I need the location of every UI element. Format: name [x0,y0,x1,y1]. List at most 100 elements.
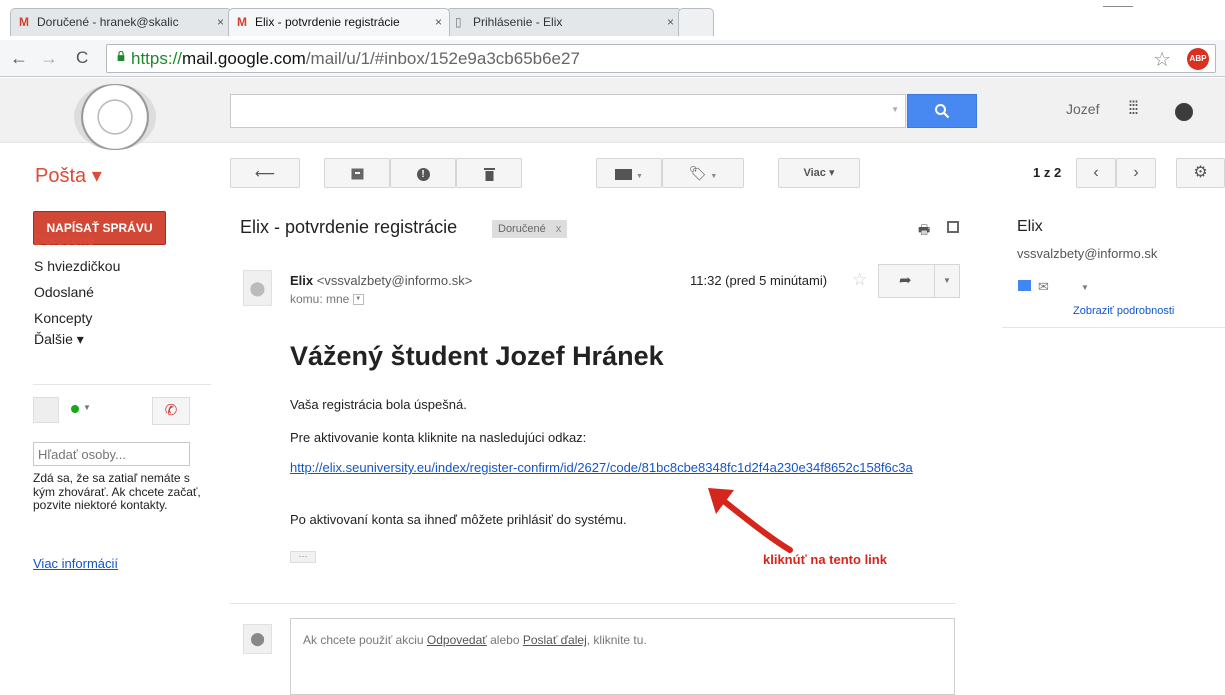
sender-line[interactable]: Elix <vssvalzbety@informo.sk> [290,273,472,288]
chat-icon[interactable] [1018,280,1031,291]
sender-name: Elix [290,273,314,288]
annotation-text: kliknúť na tento link [763,552,887,567]
sender-avatar: ⬤ [243,270,272,306]
recipient-text: komu: mne [290,292,350,306]
activation-link[interactable]: http://elix.seuniversity.eu/index/regist… [290,460,930,476]
adblock-icon[interactable]: ABP [1187,48,1209,70]
people-search-input[interactable] [33,442,190,466]
star-icon[interactable]: ☆ [852,270,867,290]
trash-icon [483,168,495,182]
new-window-icon[interactable] [947,221,959,233]
close-icon[interactable]: × [217,9,224,35]
show-details-link[interactable]: Zobraziť podrobnosti [1073,305,1174,317]
chevron-left-icon: ‹ [1093,164,1099,181]
settings-button[interactable]: ⚙ [1176,158,1225,188]
user-name[interactable]: Jozef [1066,101,1099,117]
envelope-icon[interactable]: ✉ [1038,279,1049,295]
print-icon[interactable]: 🖶︎ [918,221,930,243]
url-text: https://mail.google.com/mail/u/1/#inbox/… [131,49,580,68]
sender-email: <vssvalzbety@informo.sk> [316,273,473,288]
more-actions-button[interactable]: Viac ▾ [778,158,860,188]
email-line-instruction: Pre aktivovanie konta kliknite na nasled… [290,430,587,445]
reload-icon[interactable]: C [76,48,88,68]
divider [33,384,211,385]
chevron-right-icon: › [1133,164,1139,181]
mail-menu[interactable]: Pošta ▾ [35,163,102,188]
back-to-inbox-button[interactable]: ⟵ [230,158,300,188]
reply-link[interactable]: Odpovedať [427,633,487,647]
reply-prompt-text: Ak chcete použiť akciu [303,633,427,647]
university-logo[interactable] [74,84,156,150]
show-details-icon[interactable]: ▼ [352,294,364,306]
show-trimmed-content-button[interactable]: ··· [290,551,316,563]
sidebar-item-sent[interactable]: Odoslané [34,284,94,300]
divider [1002,327,1225,328]
close-icon[interactable]: × [667,9,674,35]
archive-button[interactable] [324,158,390,188]
browser-tab-strip: M Doručené - hranek@skalic × M Elix - po… [0,0,1225,40]
older-button[interactable]: › [1116,158,1156,188]
sidebar-item-drafts[interactable]: Koncepty [34,310,92,326]
message-subject: Elix - potvrdenie registrácie [240,217,458,237]
forward-arrow-icon[interactable]: → [40,48,58,68]
reply-prompt-box[interactable]: Ak chcete použiť akciu Odpovedať alebo P… [290,618,955,695]
search-icon [935,103,950,119]
report-spam-button[interactable]: ! [390,158,456,188]
sidebar-item-inbox[interactable]: Doručené [34,232,95,248]
remove-label-icon[interactable]: x [556,223,562,235]
page-counter: 1 z 2 [1033,165,1062,180]
sidebar-item-more[interactable]: Ďalšie ▾ [34,331,84,348]
search-options-icon[interactable]: ▼ [891,105,899,114]
newer-button[interactable]: ‹ [1076,158,1116,188]
folder-icon [615,168,633,180]
reply-button[interactable]: ➦ [878,264,938,298]
back-arrow-icon: ⟵ [254,165,276,181]
sidebar-item-starred[interactable]: S hviezdičkou [34,258,120,274]
gmail-icon: M [237,15,247,29]
divider [230,603,956,604]
tab-inbox[interactable]: M Doručené - hranek@skalic × [10,8,232,36]
address-bar[interactable]: https://mail.google.com/mail/u/1/#inbox/… [106,44,1216,73]
contact-name: Elix [1017,218,1043,235]
label-tag-icon: 🏷︎ [688,165,707,181]
delete-button[interactable] [456,158,522,188]
message-more-button[interactable]: ▼ [934,264,960,298]
apps-grid-icon[interactable]: ⁞⁞⁞ [1128,98,1139,119]
search-input[interactable]: ▼ [230,94,906,128]
contact-email: vssvalzbety@informo.sk [1017,246,1158,261]
close-icon[interactable]: × [435,9,442,35]
minimize-icon[interactable] [1103,6,1133,7]
hangouts-empty-text: Zdá sa, že sa zatiaľ nemáte s kým zhovár… [33,471,201,512]
archive-icon [351,168,363,180]
notifications-icon[interactable] [1175,103,1193,121]
inbox-label-chip[interactable]: Doručené x [492,220,568,238]
tab-elix-login[interactable]: ▯ Prihlásenie - Elix × [446,8,682,36]
message-time: 11:32 (pred 5 minútami) [690,273,828,288]
phone-icon[interactable]: ✆ [152,397,190,425]
chevron-down-icon[interactable]: ▼ [83,403,91,412]
more-info-link[interactable]: Viac informácií [33,556,118,571]
presence-status-icon[interactable] [71,405,79,413]
page-icon: ▯ [455,15,462,29]
lock-icon [117,51,125,61]
bookmark-star-icon[interactable]: ☆ [1153,47,1171,72]
recipient-line: komu: mne ▼ [290,292,364,306]
new-tab-button[interactable] [678,8,714,36]
reply-prompt-text: , kliknite tu. [586,633,647,647]
search-button[interactable] [907,94,977,128]
chevron-down-icon: ▼ [710,173,718,180]
label-chip-text: Doručené [498,223,546,235]
move-to-button[interactable]: ▼ [596,158,662,188]
reply-prompt-text: alebo [486,633,523,647]
forward-link[interactable]: Poslať ďalej [523,633,587,647]
labels-button[interactable]: 🏷︎ ▼ [662,158,744,188]
chevron-down-icon: ▼ [943,276,951,285]
chevron-down-icon[interactable]: ▼ [1081,283,1089,292]
tab-elix-registration[interactable]: M Elix - potvrdenie registrácie × [228,8,450,36]
back-arrow-icon[interactable]: ← [10,48,28,68]
email-greeting: Vážený študent Jozef Hránek [290,341,664,371]
avatar[interactable] [33,397,59,423]
tab-title: Doručené - hranek@skalic [37,15,179,29]
user-avatar: ⬤ [243,624,272,654]
red-arrow-annotation-icon [708,488,793,553]
